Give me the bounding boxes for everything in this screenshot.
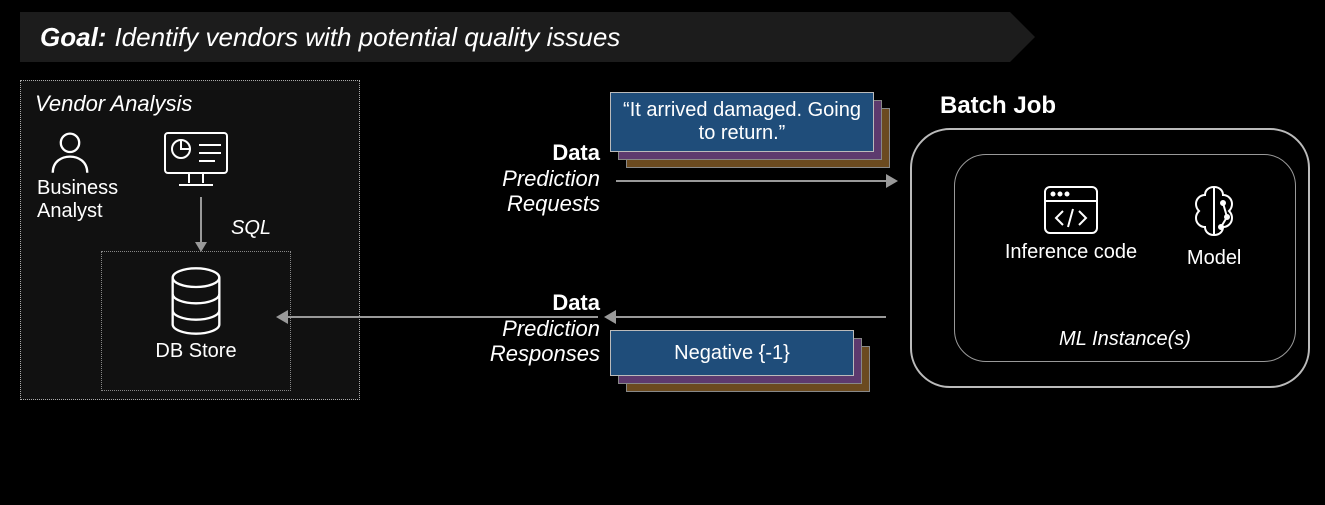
database-icon (166, 266, 226, 336)
ml-instance-box: Inference code Model ML Instance(s) (954, 154, 1296, 362)
response-card-stack: Negative {-1} (610, 330, 870, 400)
dashboard (161, 129, 231, 189)
business-analyst: Business Analyst (37, 129, 137, 223)
model: Model (1183, 183, 1245, 269)
db-label: DB Store (102, 340, 290, 363)
analyst-label: Business Analyst (37, 177, 137, 223)
db-store-box: DB Store (101, 251, 291, 391)
data-response-heading: Data (460, 290, 600, 316)
arrow-sql-down (200, 197, 202, 249)
vendor-analysis-box: Vendor Analysis Business Analyst SQL DB … (20, 80, 360, 400)
arrow-to-db (288, 316, 598, 318)
data-request-sub: Prediction Requests (460, 166, 600, 217)
dashboard-icon (161, 129, 231, 189)
request-card-text: “It arrived damaged. Going to return.” (621, 99, 863, 145)
arrow-request (616, 180, 886, 182)
goal-text: Identify vendors with potential quality … (114, 22, 620, 53)
data-response-sub: Prediction Responses (460, 316, 600, 367)
data-request-heading: Data (460, 140, 600, 166)
data-request-label: Data Prediction Requests (460, 140, 600, 217)
data-response-label: Data Prediction Responses (460, 290, 600, 367)
brain-icon (1183, 183, 1245, 243)
arrow-response (616, 316, 886, 318)
goal-prefix: Goal: (40, 22, 106, 53)
vendor-title: Vendor Analysis (35, 91, 345, 117)
inference-code: Inference code (1005, 183, 1137, 269)
model-label: Model (1187, 247, 1241, 269)
goal-banner: Goal: Identify vendors with potential qu… (20, 12, 1010, 62)
code-window-icon (1041, 183, 1101, 237)
ml-instance-label: ML Instance(s) (955, 328, 1295, 351)
request-card-stack: “It arrived damaged. Going to return.” (610, 92, 890, 168)
batch-job-outer: Inference code Model ML Instance(s) (910, 128, 1310, 388)
person-icon (47, 129, 93, 175)
chevron-icon (1010, 12, 1035, 62)
sql-label: SQL (231, 217, 271, 240)
batch-job-title: Batch Job (940, 92, 1056, 120)
response-card: Negative {-1} (610, 330, 854, 376)
inference-label: Inference code (1005, 241, 1137, 263)
request-card: “It arrived damaged. Going to return.” (610, 92, 874, 152)
response-card-text: Negative {-1} (674, 342, 790, 365)
